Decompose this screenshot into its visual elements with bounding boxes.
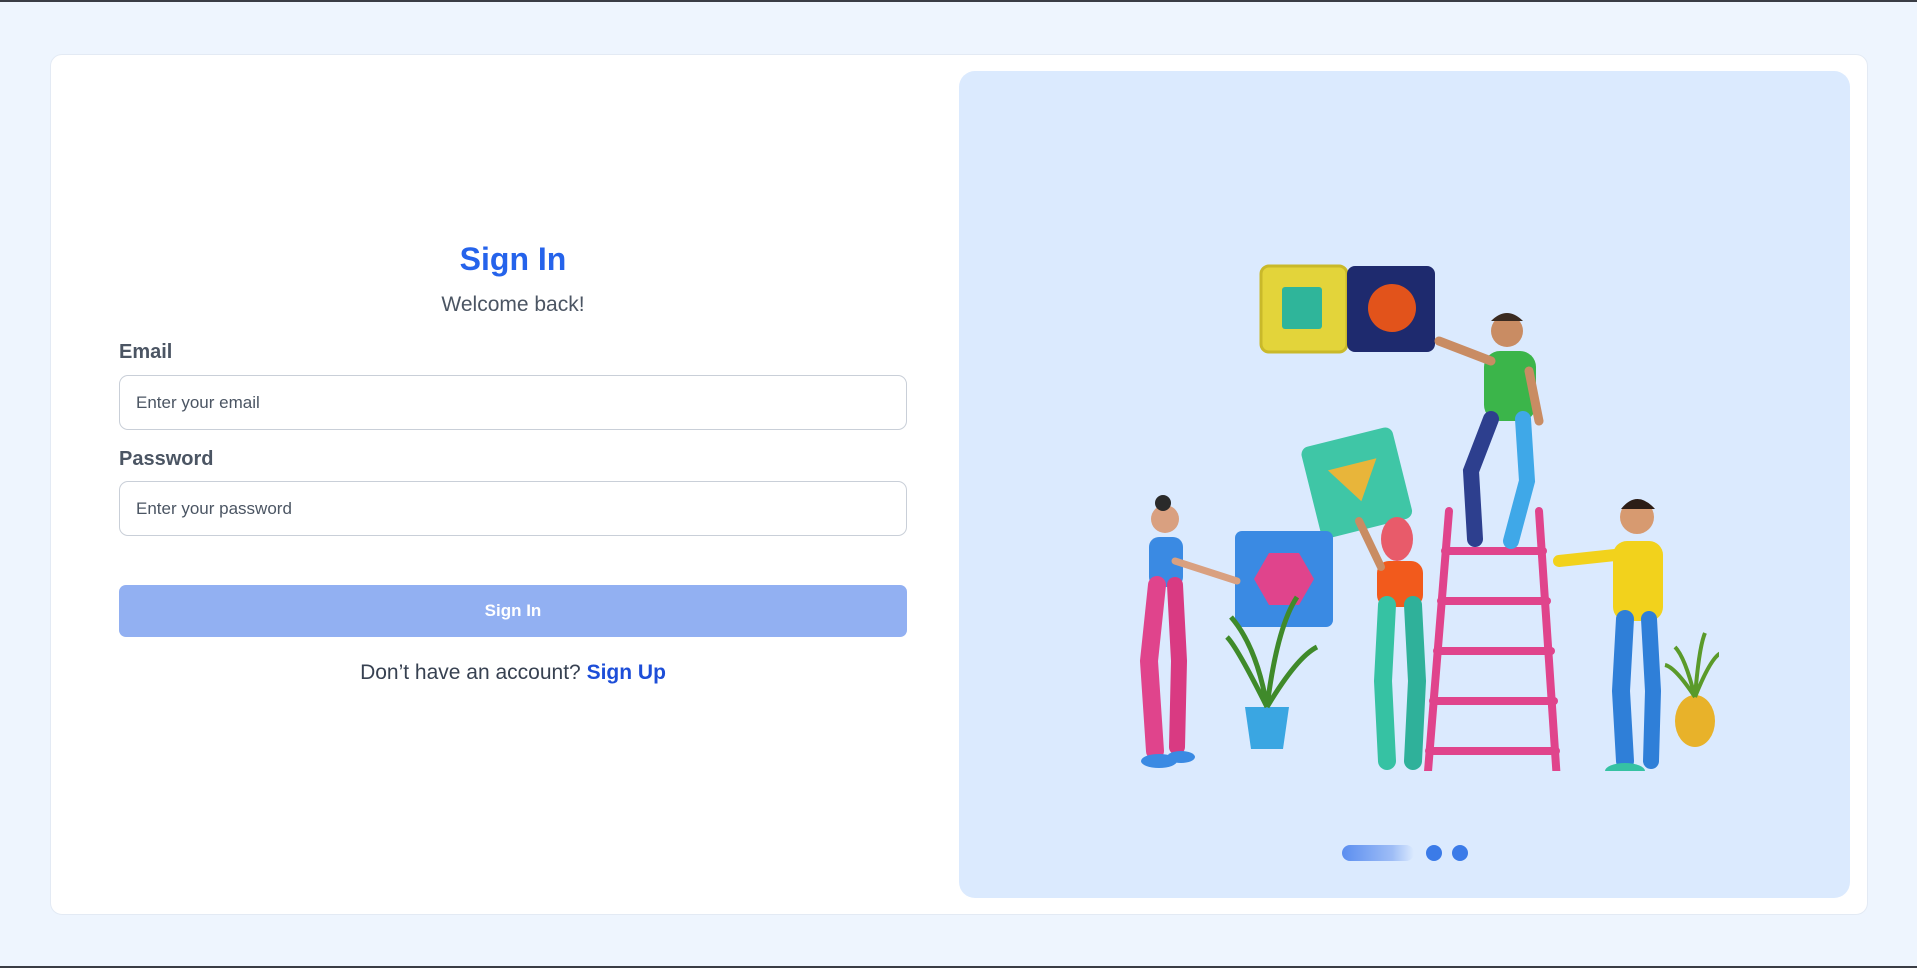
email-label: Email — [119, 341, 173, 363]
signup-prompt-line: Don’t have an account? Sign Up — [119, 661, 907, 685]
carousel-dot-1-active[interactable] — [1342, 845, 1414, 861]
carousel-indicators — [1342, 845, 1472, 861]
person-green-shirt — [1434, 313, 1544, 549]
sign-in-form: Sign In Welcome back! Email Password Sig… — [119, 55, 907, 916]
carousel-dot-3[interactable] — [1452, 845, 1468, 861]
yellow-square-block — [1259, 264, 1349, 354]
password-label: Password — [119, 448, 214, 470]
navy-circle-block — [1347, 266, 1435, 352]
page-title: Sign In — [459, 241, 567, 277]
auth-card: Sign In Welcome back! Email Password Sig… — [50, 54, 1868, 915]
person-yellow-jacket — [1553, 499, 1663, 771]
password-field[interactable] — [119, 481, 907, 536]
blue-hexagon-block — [1235, 531, 1333, 627]
team-building-blocks-illustration — [1139, 264, 1719, 771]
sign-in-button[interactable]: Sign In — [119, 585, 907, 637]
welcome-subtitle: Welcome back! — [441, 293, 585, 316]
illustration-panel — [959, 71, 1850, 898]
signup-prompt: Don’t have an account? — [360, 661, 581, 684]
email-field[interactable] — [119, 375, 907, 430]
potted-plant-right — [1664, 632, 1719, 747]
carousel-dot-2[interactable] — [1426, 845, 1442, 861]
person-pink-pants — [1139, 495, 1241, 768]
sign-up-link[interactable]: Sign Up — [587, 661, 666, 684]
ladder — [1424, 507, 1561, 771]
window-top-border — [0, 0, 1917, 2]
person-orange-top — [1355, 517, 1427, 770]
